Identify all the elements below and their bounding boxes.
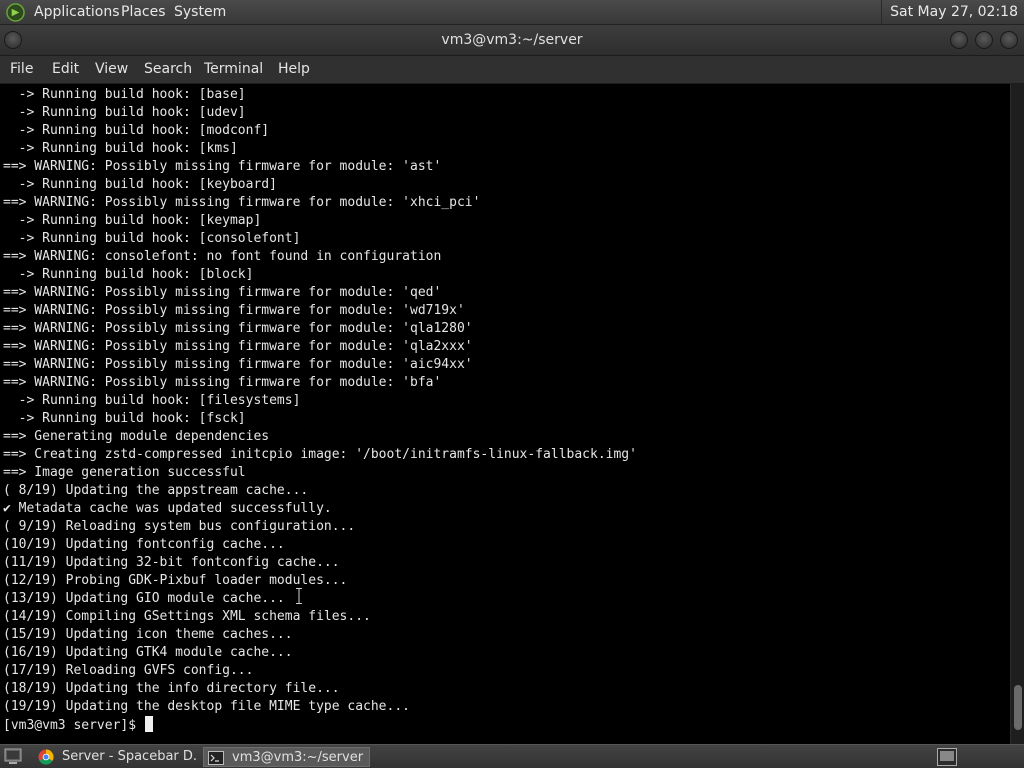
close-button[interactable] (1000, 31, 1018, 49)
menubar: File Edit View Search Terminal Help (0, 56, 1024, 84)
taskbar-item-label: Server - Spacebar D... (62, 749, 198, 764)
terminal-line: ==> WARNING: Possibly missing firmware f… (3, 195, 481, 210)
taskbar-item-terminal[interactable]: vm3@vm3:~/server (203, 747, 370, 767)
menu-help[interactable]: Help (278, 56, 310, 83)
shell-prompt: [vm3@vm3 server]$ (3, 718, 144, 733)
text-cursor-icon (296, 588, 302, 604)
terminal-output-area[interactable]: -> Running build hook: [base] -> Running… (0, 84, 1010, 744)
terminal-line: -> Running build hook: [keyboard] (3, 177, 277, 192)
terminal-line: -> Running build hook: [block] (3, 267, 254, 282)
terminal-line: ==> Image generation successful (3, 465, 246, 480)
terminal-line: -> Running build hook: [udev] (3, 105, 246, 120)
terminal-line: (19/19) Updating the desktop file MIME t… (3, 699, 410, 714)
window-title: vm3@vm3:~/server (441, 32, 583, 48)
terminal-line: ==> WARNING: consolefont: no font found … (3, 249, 442, 264)
terminal-line: (11/19) Updating 32-bit fontconfig cache… (3, 555, 340, 570)
maximize-button[interactable] (975, 31, 993, 49)
terminal-scrollbar[interactable] (1010, 84, 1024, 744)
scrollbar-thumb[interactable] (1014, 685, 1022, 730)
system-menu[interactable]: System (174, 0, 226, 25)
show-desktop-icon[interactable] (4, 748, 22, 765)
minimize-button[interactable] (950, 31, 968, 49)
terminal-line: ==> Creating zstd-compressed initcpio im… (3, 447, 637, 462)
terminal-line: ==> WARNING: Possibly missing firmware f… (3, 357, 473, 372)
terminal-line: ==> WARNING: Possibly missing firmware f… (3, 321, 473, 336)
terminal-line: -> Running build hook: [base] (3, 87, 246, 102)
terminal-line: -> Running build hook: [fsck] (3, 411, 246, 426)
terminal-line: (14/19) Compiling GSettings XML schema f… (3, 609, 371, 624)
menu-view[interactable]: View (95, 56, 128, 83)
terminal-line: -> Running build hook: [keymap] (3, 213, 262, 228)
chrome-icon (38, 749, 54, 765)
terminal-prompt-line[interactable]: [vm3@vm3 server]$ (3, 716, 1010, 734)
terminal-line: ( 9/19) Reloading system bus configurati… (3, 519, 356, 534)
window-titlebar[interactable]: vm3@vm3:~/server (0, 25, 1024, 56)
terminal-lines: -> Running build hook: [base] -> Running… (3, 86, 1010, 734)
terminal-line: ==> WARNING: Possibly missing firmware f… (3, 339, 473, 354)
clock[interactable]: Sat May 27, 02:18 (881, 0, 1018, 25)
bottom-panel: Server - Spacebar D... vm3@vm3:~/server (0, 744, 1024, 768)
menu-search[interactable]: Search (144, 56, 192, 83)
taskbar-item-label: vm3@vm3:~/server (232, 750, 364, 765)
terminal-line: -> Running build hook: [kms] (3, 141, 238, 156)
terminal-line: -> Running build hook: [modconf] (3, 123, 270, 138)
terminal-icon (208, 751, 224, 765)
terminal-line: (18/19) Updating the info directory file… (3, 681, 340, 696)
terminal-line: ( 8/19) Updating the appstream cache... (3, 483, 309, 498)
menu-file[interactable]: File (10, 56, 33, 83)
terminal-line: ==> WARNING: Possibly missing firmware f… (3, 285, 442, 300)
terminal-line: ==> WARNING: Possibly missing firmware f… (3, 303, 465, 318)
terminal-line: (15/19) Updating icon theme caches... (3, 627, 293, 642)
terminal-line: (12/19) Probing GDK-Pixbuf loader module… (3, 573, 348, 588)
terminal-line: (13/19) Updating GIO module cache... (3, 591, 285, 606)
terminal-line: (10/19) Updating fontconfig cache... (3, 537, 285, 552)
terminal-line: ==> WARNING: Possibly missing firmware f… (3, 375, 442, 390)
top-panel: Applications Places System Sat May 27, 0… (0, 0, 1024, 25)
terminal-line: (17/19) Reloading GVFS config... (3, 663, 254, 678)
terminal-cursor (144, 716, 153, 732)
menu-terminal[interactable]: Terminal (204, 56, 263, 83)
terminal-line: (16/19) Updating GTK4 module cache... (3, 645, 293, 660)
terminal-line: ==> Generating module dependencies (3, 429, 270, 444)
taskbar-item-browser[interactable]: Server - Spacebar D... (34, 747, 198, 767)
applications-menu[interactable]: Applications (34, 0, 120, 25)
terminal-line: -> Running build hook: [consolefont] (3, 231, 301, 246)
menu-edit[interactable]: Edit (52, 56, 79, 83)
terminal-line: -> Running build hook: [filesystems] (3, 393, 301, 408)
places-menu[interactable]: Places (121, 0, 166, 25)
distro-logo-icon[interactable] (6, 3, 25, 22)
terminal-line: ==> WARNING: Possibly missing firmware f… (3, 159, 442, 174)
workspace-switcher-icon[interactable] (937, 748, 957, 766)
terminal-line: ✔ Metadata cache was updated successfull… (3, 501, 332, 516)
